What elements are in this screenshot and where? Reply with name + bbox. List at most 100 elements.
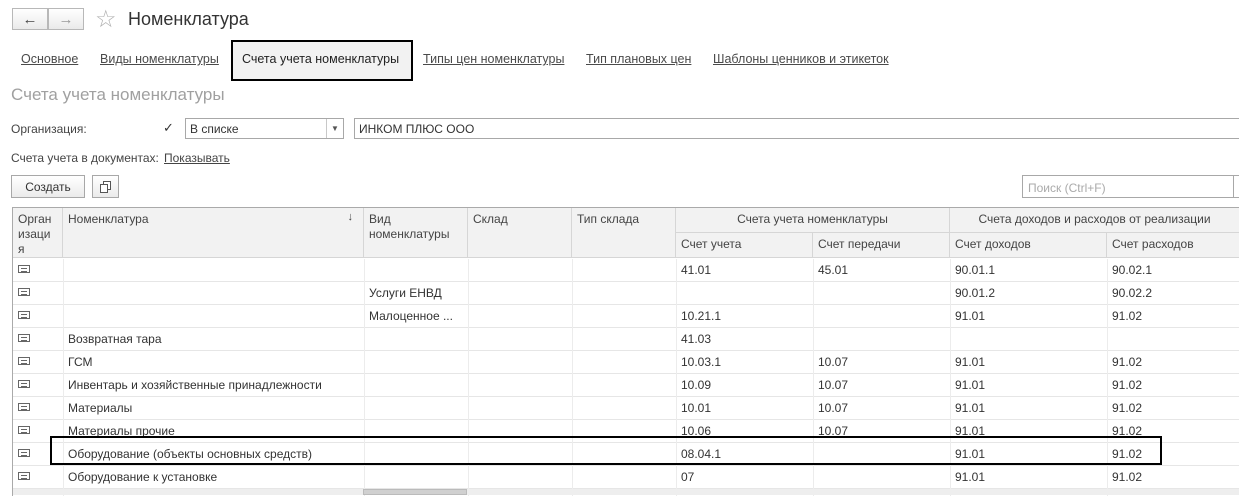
copy-icon [99,180,111,193]
record-icon [18,265,30,273]
table-row[interactable]: Возвратная тара 41.03 [13,328,1239,351]
horizontal-scrollbar[interactable] [13,489,1239,495]
organization-checkbox[interactable]: ✓ [163,121,176,134]
table-row[interactable]: 41.01 45.01 90.01.1 90.02.1 [13,259,1239,282]
organization-value: ИНКОМ ПЛЮС ООО [359,122,475,136]
cell-transfer: 10.07 [818,401,849,415]
col-header-org[interactable]: Орган изаци я [13,208,63,258]
col-group-income: Счета доходов и расходов от реализации [950,208,1239,233]
cell-kind: Малоценное ... [369,309,453,323]
back-button[interactable]: ← [12,8,48,30]
cell-expense: 91.02 [1112,378,1143,392]
copy-button[interactable] [92,175,119,198]
arrow-right-icon: → [58,10,74,28]
tab-price-types[interactable]: Типы цен номенклатуры [423,52,564,66]
cell-account: 10.03.1 [681,355,722,369]
table-row[interactable]: Материалы 10.01 10.07 91.01 91.02 [13,397,1239,420]
cell-income: 90.01.2 [955,286,996,300]
search-input[interactable] [1026,177,1230,198]
cell-account: 41.01 [681,263,712,277]
cell-expense: 90.02.2 [1112,286,1153,300]
table-row[interactable]: Малоценное ... 10.21.1 91.01 91.02 [13,305,1239,328]
chevron-down-icon[interactable]: ▼ [326,119,343,138]
col-header-org-label: Орган изаци я [18,212,52,256]
col-header-income-label: Счет доходов [955,237,1031,251]
cell-kind: Услуги ЕНВД [369,286,442,300]
create-button[interactable]: Создать [11,175,85,198]
table-row[interactable]: Услуги ЕНВД 90.01.2 90.02.2 [13,282,1239,305]
organization-field[interactable]: ИНКОМ ПЛЮС ООО [354,118,1239,139]
page-title: Номенклатура [128,9,249,29]
cell-account: 10.01 [681,401,712,415]
col-header-kind[interactable]: Вид номенклатуры [364,208,468,258]
record-icon [18,311,30,319]
table-row[interactable]: Оборудование к установке 07 91.01 91.02 [13,466,1239,489]
cell-expense: 91.02 [1112,355,1143,369]
section-title: Счета учета номенклатуры [11,85,225,104]
record-icon [18,426,30,434]
record-icon [18,334,30,342]
create-button-label: Создать [25,179,71,194]
record-icon [18,357,30,365]
col-group-accounts-label: Счета учета номенклатуры [737,212,888,226]
col-header-kind-label: Вид номенклатуры [369,212,450,241]
mode-select-value: В списке [190,122,239,136]
cell-nomenclature: Оборудование к установке [68,470,218,484]
cell-income: 91.01 [955,470,986,484]
tab-planned-prices[interactable]: Тип плановых цен [586,52,691,66]
mode-select[interactable]: В списке ▼ [185,118,344,139]
show-link[interactable]: Показывать [164,151,230,165]
cell-transfer: 10.07 [818,355,849,369]
cell-income: 91.01 [955,355,986,369]
cell-transfer: 10.07 [818,378,849,392]
record-icon [18,403,30,411]
col-header-warehouse-label: Склад [473,212,508,226]
cell-transfer: 45.01 [818,263,849,277]
docs-accounts-label: Счета учета в документах: [11,151,159,165]
cell-income: 90.01.1 [955,263,996,277]
tab-main[interactable]: Основное [21,52,78,66]
cell-account: 41.03 [681,332,712,346]
cell-nomenclature: ГСМ [68,355,93,369]
cell-income: 91.01 [955,309,986,323]
search-divider [1233,176,1234,197]
cell-income: 91.01 [955,401,986,415]
forward-button[interactable]: → [48,8,84,30]
col-header-warehouse-type[interactable]: Тип склада [572,208,676,258]
tab-label-templates[interactable]: Шаблоны ценников и этикеток [713,52,889,66]
tab-nomenclature-accounts[interactable]: Счета учета номенклатуры [242,52,399,66]
record-icon [18,449,30,457]
tab-nomenclature-kinds[interactable]: Виды номенклатуры [100,52,219,66]
col-group-income-label: Счета доходов и расходов от реализации [978,212,1211,226]
cell-account: 07 [681,470,695,484]
cell-income: 91.01 [955,378,986,392]
highlight-frame [50,436,1162,465]
star-icon[interactable]: ☆ [95,5,117,34]
search-box[interactable] [1022,175,1239,198]
cell-nomenclature: Возвратная тара [68,332,162,346]
record-icon [18,380,30,388]
table-row[interactable]: Инвентарь и хозяйственные принадлежности… [13,374,1239,397]
organization-label: Организация: [11,122,87,136]
col-header-nomenclature[interactable]: Номенклатура ↓ [63,208,364,258]
col-header-expense[interactable]: Счет расходов [1107,233,1239,258]
col-header-warehouse-type-label: Тип склада [577,212,640,226]
col-header-warehouse[interactable]: Склад [468,208,572,258]
col-header-expense-label: Счет расходов [1112,237,1194,251]
col-header-transfer-label: Счет передачи [818,237,901,251]
cell-account: 10.09 [681,378,712,392]
col-group-accounts: Счета учета номенклатуры [676,208,950,233]
col-header-account[interactable]: Счет учета [676,233,813,258]
record-icon [18,472,30,480]
table-row[interactable]: ГСМ 10.03.1 10.07 91.01 91.02 [13,351,1239,374]
cell-nomenclature: Инвентарь и хозяйственные принадлежности [68,378,322,392]
cell-nomenclature: Материалы [68,401,133,415]
col-header-transfer[interactable]: Счет передачи [813,233,950,258]
scrollbar-thumb[interactable] [363,489,467,495]
cell-expense: 91.02 [1112,470,1143,484]
sort-arrow-icon: ↓ [347,211,354,223]
arrow-left-icon: ← [22,10,38,28]
col-header-income[interactable]: Счет доходов [950,233,1107,258]
cell-expense: 90.02.1 [1112,263,1153,277]
record-icon [18,288,30,296]
